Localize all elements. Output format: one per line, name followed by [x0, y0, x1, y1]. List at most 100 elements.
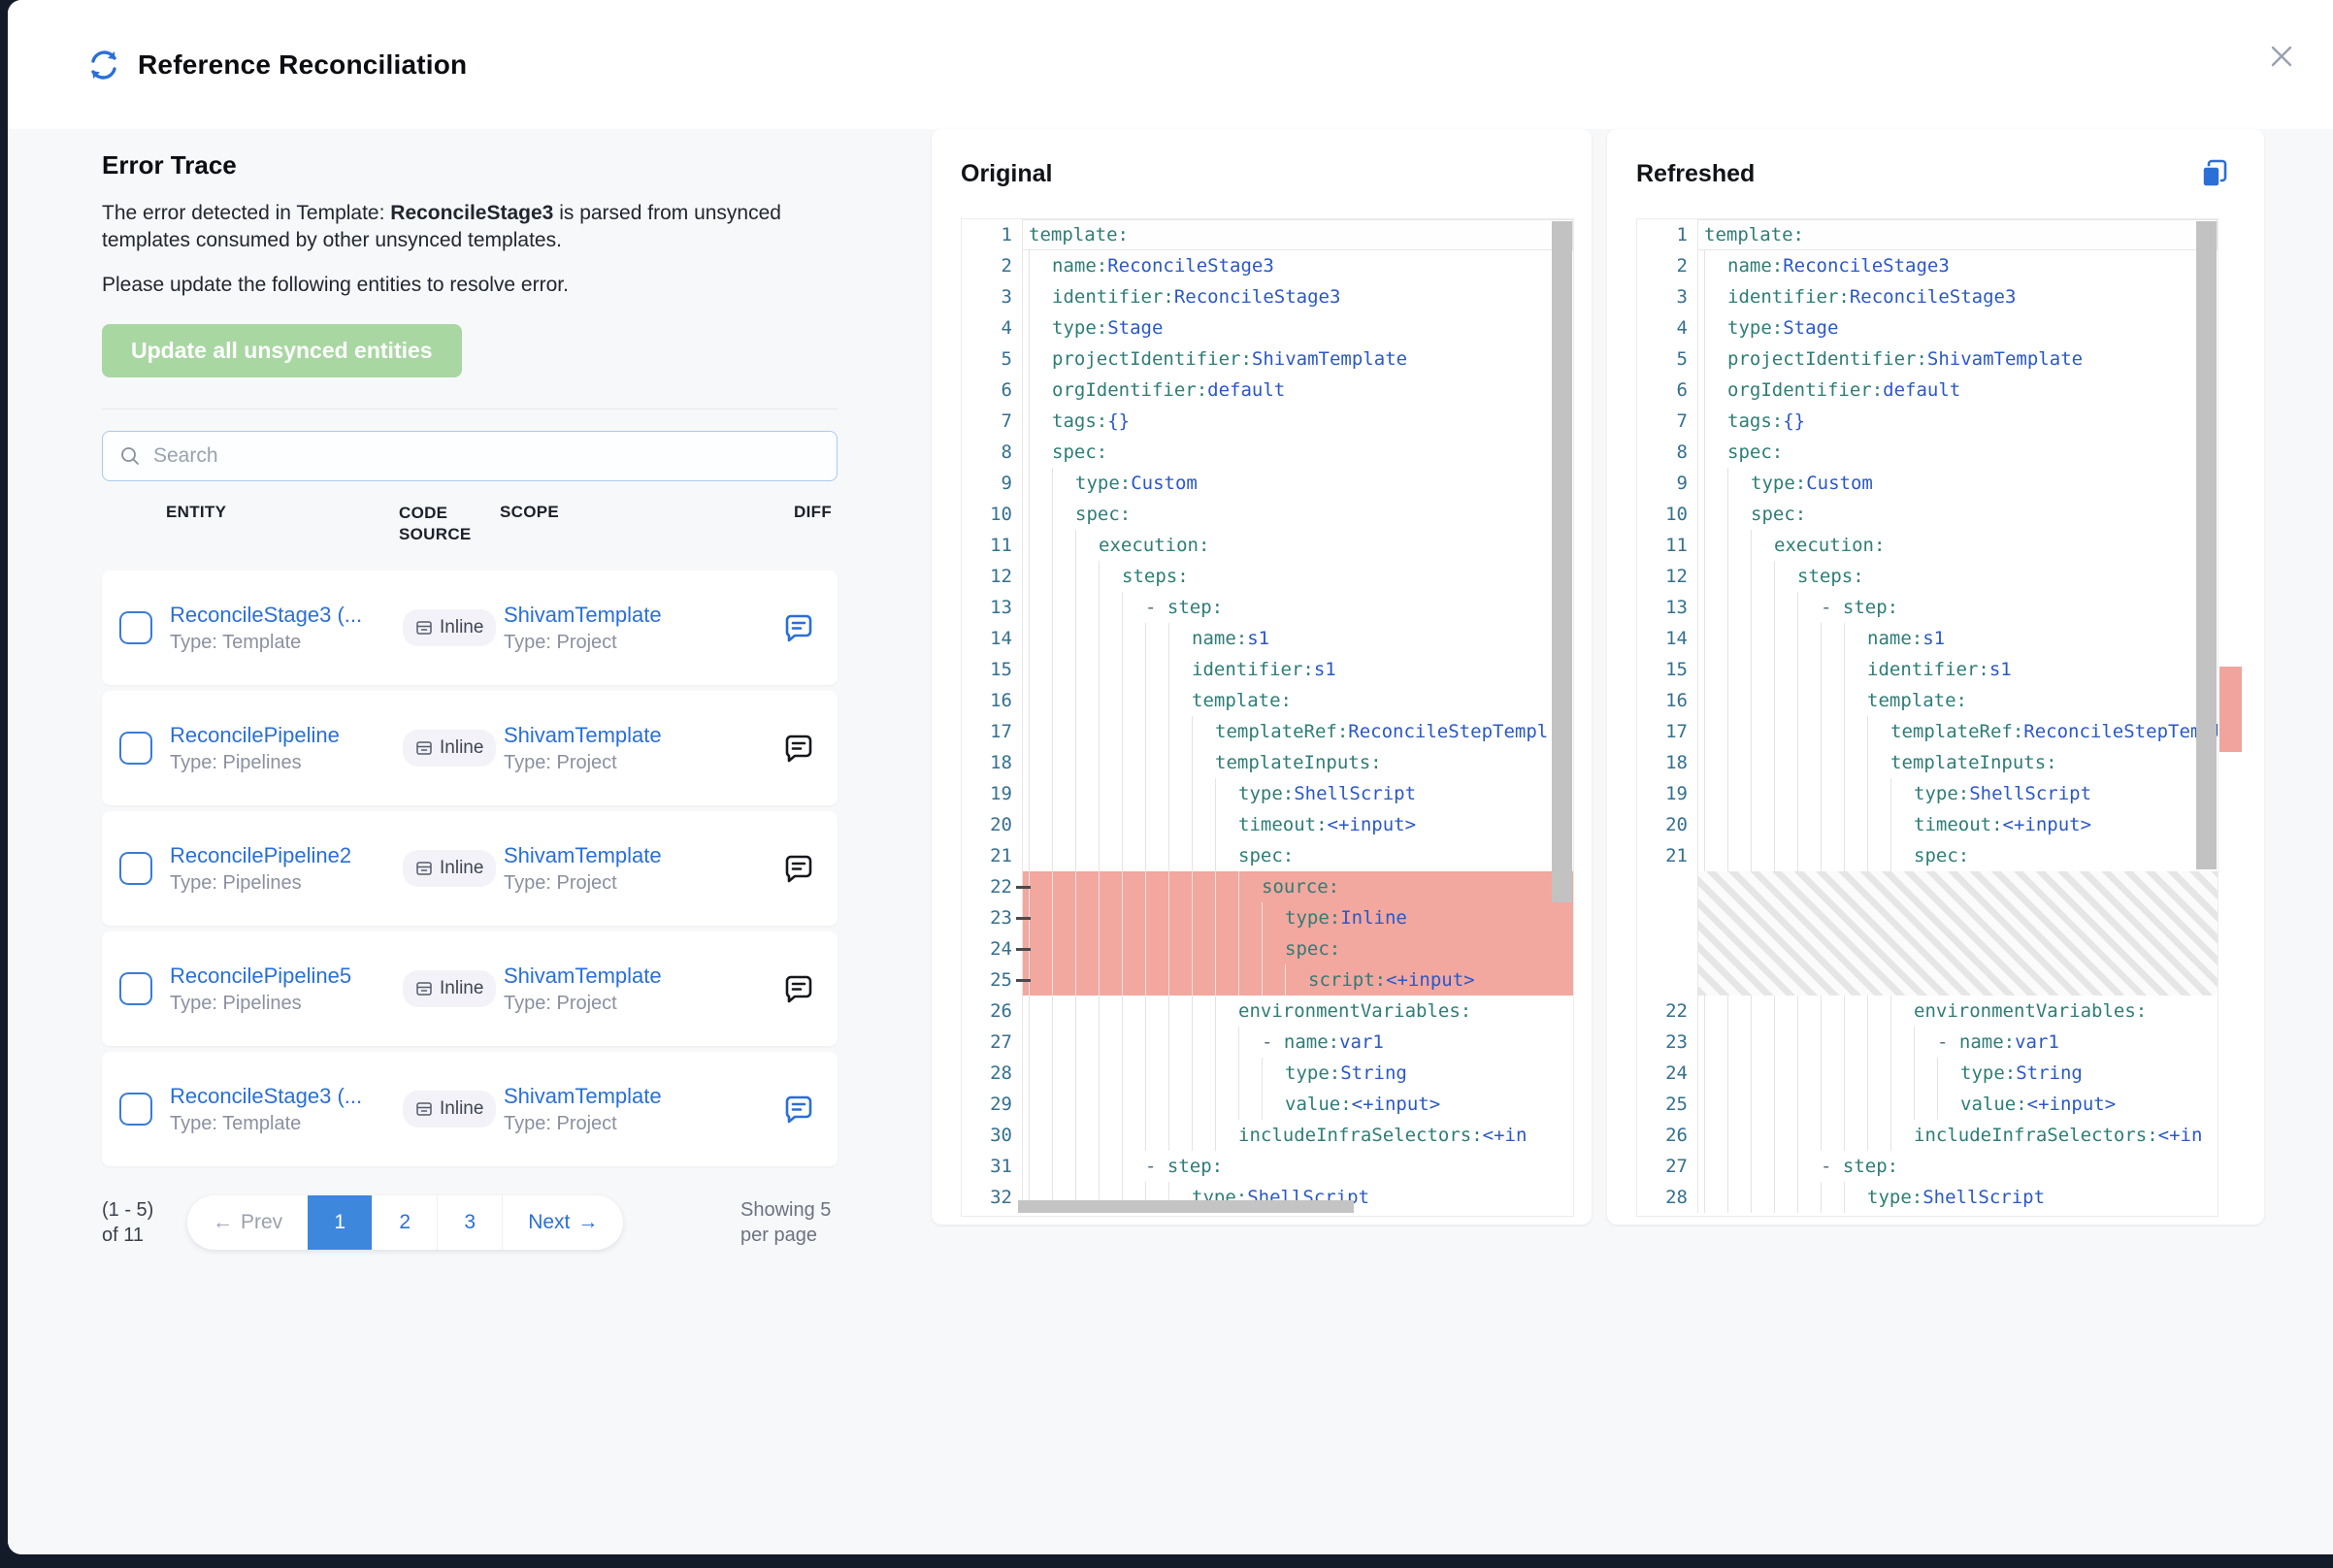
line-number: 14 [962, 623, 1023, 654]
scope-link[interactable]: ShivamTemplate [504, 964, 764, 989]
refreshed-vertical-scrollbar[interactable] [2196, 221, 2217, 869]
scope-link[interactable]: ShivamTemplate [504, 603, 764, 628]
scope-link[interactable]: ShivamTemplate [504, 843, 764, 868]
copy-icon[interactable] [2198, 157, 2231, 190]
page-button-2[interactable]: 2 [372, 1195, 437, 1250]
search-icon [118, 444, 142, 468]
line-number: 28 [1637, 1182, 1698, 1213]
entity-table-body: ReconcileStage3 (... Type: Template Inli… [102, 571, 838, 1166]
original-diff-panel: Original 1 template:2 name: ReconcileSta… [932, 129, 1592, 1225]
code-line: 26 environmentVariables: [962, 996, 1573, 1027]
diff-note-icon[interactable] [782, 853, 814, 885]
line-number: 15 [1637, 654, 1698, 685]
line-number: 25 [1637, 1089, 1698, 1120]
diff-note-icon[interactable] [782, 733, 814, 765]
code-line: 8 spec: [962, 437, 1573, 468]
prev-page-button[interactable]: ← Prev [187, 1195, 308, 1250]
code-line: 5 projectIdentifier: ShivamTemplate [1637, 343, 2218, 375]
refreshed-panel-header: Refreshed [1607, 129, 2264, 218]
code-line: 25 script: <+input> [962, 964, 1573, 996]
code-line: 14 name: s1 [962, 623, 1573, 654]
line-number: 9 [962, 468, 1023, 499]
entity-checkbox[interactable] [119, 611, 152, 644]
code-line: 20 timeout: <+input> [962, 809, 1573, 840]
archive-icon [415, 619, 440, 637]
line-number: 3 [962, 281, 1023, 312]
code-line: 11 execution: [1637, 530, 2218, 561]
entity-checkbox[interactable] [119, 972, 152, 1005]
entity-link[interactable]: ReconcileStage3 (... [170, 603, 403, 628]
line-number: 12 [962, 561, 1023, 592]
code-line: 13 - step: [1637, 592, 2218, 623]
original-vertical-scrollbar[interactable] [1552, 221, 1572, 902]
code-line: 21 spec: [1637, 840, 2218, 871]
pagination-pill: ← Prev 123 Next → [187, 1195, 623, 1250]
code-line: 10 spec: [1637, 499, 2218, 530]
line-number: 3 [1637, 281, 1698, 312]
entity-type-label: Type: Pipelines [170, 752, 302, 773]
code-line: 16 template: [1637, 685, 2218, 716]
line-number: 14 [1637, 623, 1698, 654]
code-line: 6 orgIdentifier: default [1637, 375, 2218, 406]
diff-note-icon[interactable] [782, 1094, 814, 1126]
code-line: 4 type: Stage [962, 312, 1573, 343]
modal-content: Error Trace The error detected in Templa… [8, 129, 2333, 1554]
entity-link[interactable]: ReconcilePipeline [170, 723, 403, 748]
diff-note-icon[interactable] [782, 612, 814, 644]
code-line: 11 execution: [962, 530, 1573, 561]
line-number: 4 [962, 312, 1023, 343]
divider [102, 408, 838, 409]
page-button-3[interactable]: 3 [437, 1195, 502, 1250]
original-horizontal-scrollbar[interactable] [1018, 1200, 1354, 1213]
line-number: 16 [962, 685, 1023, 716]
scope-link[interactable]: ShivamTemplate [504, 723, 764, 748]
line-number: 11 [1637, 530, 1698, 561]
entity-type-label: Type: Template [170, 1113, 301, 1134]
entity-checkbox[interactable] [119, 852, 152, 885]
code-source-badge: Inline [403, 850, 496, 887]
code-line: 22 source: [962, 871, 1573, 902]
error-trace-heading: Error Trace [102, 150, 838, 180]
line-number: 18 [962, 747, 1023, 778]
entity-row: ReconcilePipeline Type: Pipelines Inline… [102, 691, 838, 805]
entity-row: ReconcileStage3 (... Type: Template Inli… [102, 1052, 838, 1166]
update-all-unsynced-button[interactable]: Update all unsynced entities [102, 324, 462, 377]
close-icon[interactable] [2266, 41, 2297, 72]
reference-reconciliation-screen: Reference Reconciliation Error Trace The… [0, 0, 2333, 1568]
diff-note-icon[interactable] [782, 973, 814, 1005]
line-number: 2 [962, 250, 1023, 281]
scope-link[interactable]: ShivamTemplate [504, 1084, 764, 1109]
line-number: 13 [962, 592, 1023, 623]
line-number: 21 [962, 840, 1023, 871]
archive-icon [415, 1100, 440, 1118]
line-number: 26 [1637, 1120, 1698, 1151]
code-line: 22 environmentVariables: [1637, 996, 2218, 1027]
code-line: 1 template: [962, 219, 1573, 250]
code-line: 12 steps: [1637, 561, 2218, 592]
reference-reconciliation-modal: Reference Reconciliation Error Trace The… [8, 0, 2333, 1554]
entity-checkbox[interactable] [119, 1093, 152, 1126]
search-input[interactable] [151, 443, 837, 469]
code-line: 28 type: ShellScript [1637, 1182, 2218, 1213]
code-line: 8 spec: [1637, 437, 2218, 468]
page-button-1[interactable]: 1 [308, 1195, 372, 1250]
code-line: 10 spec: [962, 499, 1573, 530]
line-number: 28 [962, 1058, 1023, 1089]
entity-link[interactable]: ReconcileStage3 (... [170, 1084, 403, 1109]
line-number: 29 [962, 1089, 1023, 1120]
entity-link[interactable]: ReconcilePipeline2 [170, 843, 403, 868]
diff-change-marker [2219, 667, 2242, 752]
pagination-summary: (1 - 5) of 11 [102, 1197, 160, 1248]
line-number: 17 [962, 716, 1023, 747]
code-line: 9 type: Custom [962, 468, 1573, 499]
pagination: (1 - 5) of 11 ← Prev 123 Next → Showing … [102, 1195, 838, 1250]
archive-icon [415, 860, 440, 877]
code-line: 12 steps: [962, 561, 1573, 592]
archive-icon [415, 980, 440, 997]
entity-link[interactable]: ReconcilePipeline5 [170, 964, 403, 989]
line-number: 13 [1637, 592, 1698, 623]
entity-checkbox[interactable] [119, 732, 152, 765]
code-source-badge: Inline [403, 970, 496, 1007]
line-number: 11 [962, 530, 1023, 561]
next-page-button[interactable]: Next → [502, 1195, 623, 1250]
